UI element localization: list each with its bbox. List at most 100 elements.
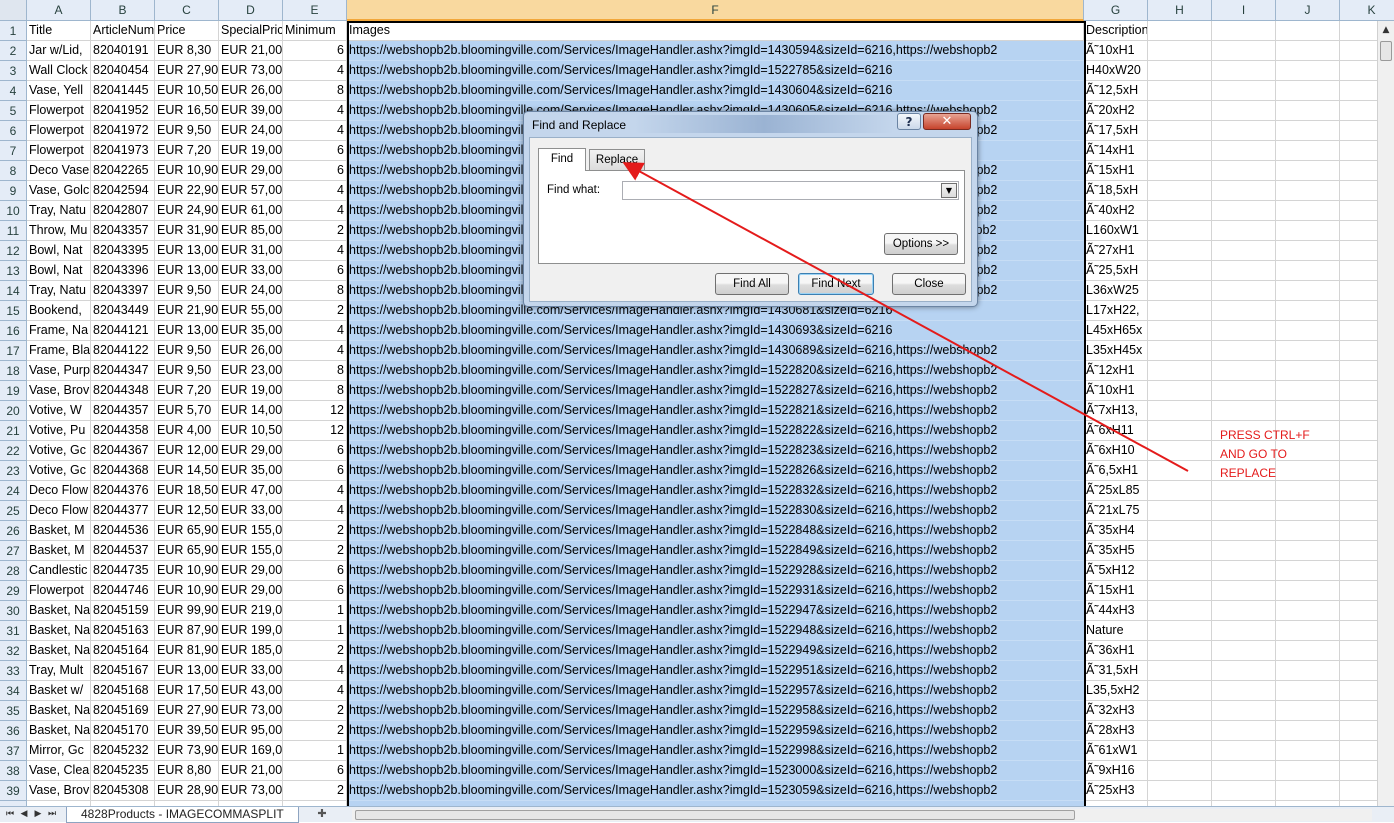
cell-i24[interactable] (1212, 481, 1276, 501)
cell-a19[interactable]: Vase, Brov (27, 381, 91, 401)
cell-c10[interactable]: EUR 24,90 (155, 201, 219, 221)
cell-b30[interactable]: 82045159 (91, 601, 155, 621)
row-header[interactable]: 16 (0, 321, 27, 341)
cell-a26[interactable]: Basket, M (27, 521, 91, 541)
cell-i13[interactable] (1212, 261, 1276, 281)
cell-b7[interactable]: 82041973 (91, 141, 155, 161)
cell-h1[interactable] (1148, 21, 1212, 41)
cell-i3[interactable] (1212, 61, 1276, 81)
row-header[interactable]: 18 (0, 361, 27, 381)
cell-c19[interactable]: EUR 7,20 (155, 381, 219, 401)
cell-f1[interactable]: Images (347, 21, 1084, 41)
cell-h20[interactable] (1148, 401, 1212, 421)
cell-i18[interactable] (1212, 361, 1276, 381)
cell-f18[interactable]: https://webshopb2b.bloomingville.com/Ser… (347, 361, 1084, 381)
cell-b8[interactable]: 82042265 (91, 161, 155, 181)
cell-e27[interactable]: 2 (283, 541, 347, 561)
cell-h6[interactable] (1148, 121, 1212, 141)
row-header[interactable]: 6 (0, 121, 27, 141)
column-header-f[interactable]: F (347, 0, 1084, 21)
cell-h12[interactable] (1148, 241, 1212, 261)
row-header[interactable]: 2 (0, 41, 27, 61)
vertical-scrollbar[interactable]: ▲ (1377, 21, 1394, 806)
cell-b32[interactable]: 82045164 (91, 641, 155, 661)
cell-c34[interactable]: EUR 17,50 (155, 681, 219, 701)
cell-a18[interactable]: Vase, Purp (27, 361, 91, 381)
cell-i15[interactable] (1212, 301, 1276, 321)
cell-e7[interactable]: 6 (283, 141, 347, 161)
cell-e15[interactable]: 2 (283, 301, 347, 321)
cell-g16[interactable]: L45xH65x (1084, 321, 1148, 341)
cell-b31[interactable]: 82045163 (91, 621, 155, 641)
cell-a21[interactable]: Votive, Pu (27, 421, 91, 441)
cell-e28[interactable]: 6 (283, 561, 347, 581)
cell-a4[interactable]: Vase, Yell (27, 81, 91, 101)
cell-c7[interactable]: EUR 7,20 (155, 141, 219, 161)
cell-b16[interactable]: 82044121 (91, 321, 155, 341)
cell-b9[interactable]: 82042594 (91, 181, 155, 201)
cell-g7[interactable]: Ã˜14xH1 (1084, 141, 1148, 161)
cell-g1[interactable]: Description (1084, 21, 1148, 41)
cell-f20[interactable]: https://webshopb2b.bloomingville.com/Ser… (347, 401, 1084, 421)
cell-b28[interactable]: 82044735 (91, 561, 155, 581)
cell-j28[interactable] (1276, 561, 1340, 581)
cell-b26[interactable]: 82044536 (91, 521, 155, 541)
cell-c2[interactable]: EUR 8,30 (155, 41, 219, 61)
cell-e6[interactable]: 4 (283, 121, 347, 141)
row-header[interactable]: 3 (0, 61, 27, 81)
cell-g30[interactable]: Ã˜44xH3 (1084, 601, 1148, 621)
cell-j19[interactable] (1276, 381, 1340, 401)
cell-e8[interactable]: 6 (283, 161, 347, 181)
cell-i4[interactable] (1212, 81, 1276, 101)
cell-c4[interactable]: EUR 10,50 (155, 81, 219, 101)
row-header[interactable]: 10 (0, 201, 27, 221)
cell-a38[interactable]: Vase, Clea (27, 761, 91, 781)
cell-g23[interactable]: Ã˜6,5xH1 (1084, 461, 1148, 481)
row-header[interactable]: 24 (0, 481, 27, 501)
cell-e10[interactable]: 4 (283, 201, 347, 221)
cell-j7[interactable] (1276, 141, 1340, 161)
scroll-up-icon[interactable]: ▲ (1379, 23, 1393, 37)
cell-h25[interactable] (1148, 501, 1212, 521)
cell-g28[interactable]: Ã˜5xH12 (1084, 561, 1148, 581)
cell-g29[interactable]: Ã˜15xH1 (1084, 581, 1148, 601)
cell-g20[interactable]: Ã˜7xH13, (1084, 401, 1148, 421)
cell-j5[interactable] (1276, 101, 1340, 121)
cell-c32[interactable]: EUR 81,90 (155, 641, 219, 661)
cell-c16[interactable]: EUR 13,00 (155, 321, 219, 341)
cell-b33[interactable]: 82045167 (91, 661, 155, 681)
cell-b36[interactable]: 82045170 (91, 721, 155, 741)
row-header[interactable]: 31 (0, 621, 27, 641)
cell-f29[interactable]: https://webshopb2b.bloomingville.com/Ser… (347, 581, 1084, 601)
cell-g27[interactable]: Ã˜35xH5 (1084, 541, 1148, 561)
cell-a22[interactable]: Votive, Gc (27, 441, 91, 461)
cell-h17[interactable] (1148, 341, 1212, 361)
cell-b29[interactable]: 82044746 (91, 581, 155, 601)
cell-c8[interactable]: EUR 10,90 (155, 161, 219, 181)
cell-d39[interactable]: EUR 73,00 (219, 781, 283, 801)
row-header[interactable]: 5 (0, 101, 27, 121)
cell-j25[interactable] (1276, 501, 1340, 521)
cell-h35[interactable] (1148, 701, 1212, 721)
help-button[interactable]: ? (897, 113, 921, 130)
cell-g10[interactable]: Ã˜40xH2 (1084, 201, 1148, 221)
cell-j32[interactable] (1276, 641, 1340, 661)
column-header-k[interactable]: K (1340, 0, 1394, 21)
row-header[interactable]: 20 (0, 401, 27, 421)
cell-d37[interactable]: EUR 169,00 (219, 741, 283, 761)
cell-e2[interactable]: 6 (283, 41, 347, 61)
tab-find[interactable]: Find (538, 148, 586, 171)
cell-e16[interactable]: 4 (283, 321, 347, 341)
find-all-button[interactable]: Find All (715, 273, 789, 295)
cell-c39[interactable]: EUR 28,90 (155, 781, 219, 801)
cell-a17[interactable]: Frame, Bla (27, 341, 91, 361)
cell-b20[interactable]: 82044357 (91, 401, 155, 421)
cell-e1[interactable]: Minimum (283, 21, 347, 41)
cell-e29[interactable]: 6 (283, 581, 347, 601)
cell-g24[interactable]: Ã˜25xL85 (1084, 481, 1148, 501)
cell-c9[interactable]: EUR 22,90 (155, 181, 219, 201)
cell-c11[interactable]: EUR 31,90 (155, 221, 219, 241)
cell-g11[interactable]: L160xW1 (1084, 221, 1148, 241)
cell-c33[interactable]: EUR 13,00 (155, 661, 219, 681)
cell-b24[interactable]: 82044376 (91, 481, 155, 501)
